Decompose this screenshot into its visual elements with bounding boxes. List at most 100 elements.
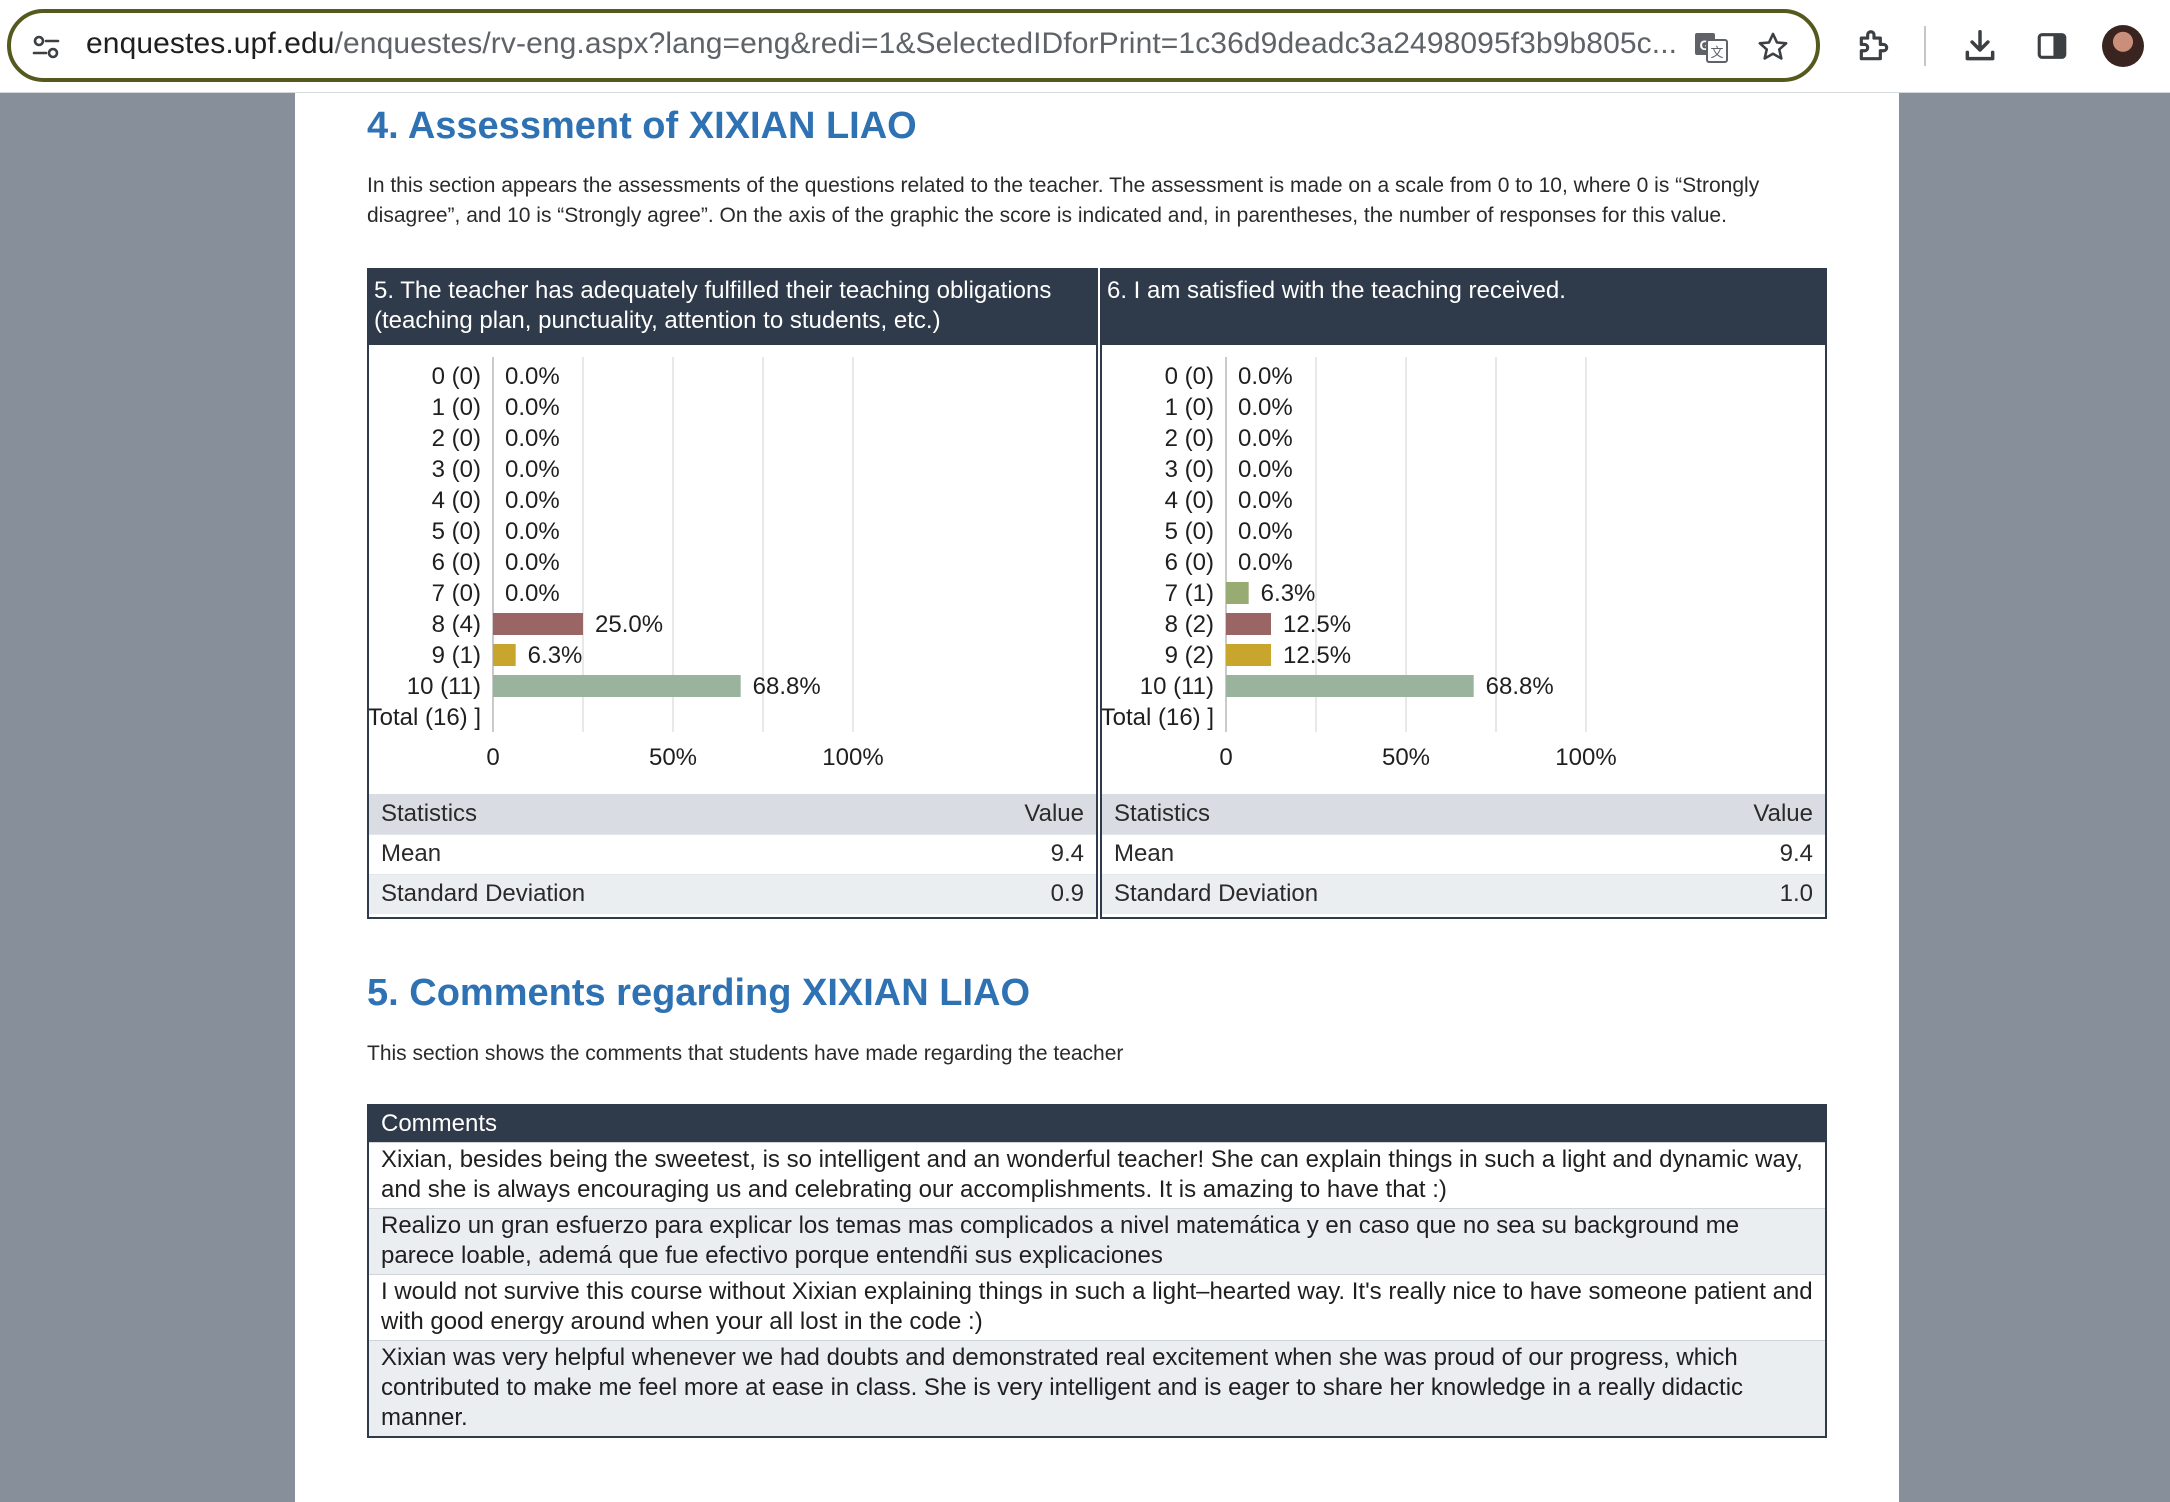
side-panel-icon[interactable] (2028, 22, 2076, 70)
stats-header-label: Statistics (369, 794, 902, 834)
question-6-title: 6. I am satisfied with the teaching rece… (1102, 270, 1825, 345)
profile-avatar[interactable] (2102, 25, 2144, 67)
category-tick-label: 6 (0) (432, 549, 481, 576)
bookmark-star-icon[interactable] (1753, 27, 1793, 67)
bar-value-label: 0.0% (505, 518, 560, 545)
url-path: /enquestes/rv-eng.aspx?lang=eng&redi=1&S… (334, 27, 1678, 60)
bar-value-label: 12.5% (1283, 642, 1351, 669)
survey-page: 4. Assessment of XIXIAN LIAO In this sec… (295, 93, 1899, 1502)
stats-row-std-dev: Standard Deviation 1.0 (1102, 873, 1825, 914)
stats-header-row: Statistics Value (369, 794, 1096, 834)
translate-icon[interactable]: G 文 (1691, 27, 1731, 67)
bar-value-label: 0.0% (1238, 363, 1293, 390)
category-tick-label: 5 (0) (432, 518, 481, 545)
bar-value-label: 0.0% (1238, 487, 1293, 514)
category-tick-label: 3 (0) (432, 456, 481, 483)
stats-header-row: Statistics Value (1102, 794, 1825, 834)
address-bar[interactable]: enquestes.upf.edu/enquestes/rv-eng.aspx?… (7, 9, 1820, 82)
question-5-panel: 5. The teacher has adequately fulfilled … (367, 268, 1098, 919)
category-tick-label: 10 (11) (407, 673, 481, 700)
comment-row: I would not survive this course without … (368, 1273, 1826, 1340)
stats-header-value: Value (901, 794, 1096, 834)
comments-header: Comments (368, 1105, 1826, 1142)
bar-value-label: 68.8% (753, 673, 821, 700)
svg-text:文: 文 (1710, 46, 1723, 61)
bar-value-label: 0.0% (1238, 456, 1293, 483)
question-5-stats-table: Statistics Value Mean 9.4 Standard Devia… (369, 794, 1096, 914)
stats-row-mean: Mean 9.4 (369, 833, 1096, 874)
category-tick-label: 9 (2) (1165, 642, 1214, 669)
category-tick-label: 4 (0) (432, 487, 481, 514)
bar-value-label: 0.0% (1238, 394, 1293, 421)
bar-value-label: 12.5% (1283, 611, 1351, 638)
url-host: enquestes.upf.edu (86, 27, 335, 60)
extensions-icon[interactable] (1850, 22, 1898, 70)
comment-text: Xixian, besides being the sweetest, is s… (368, 1141, 1826, 1208)
category-tick-label: 0 (0) (1165, 363, 1214, 390)
x-tick-label: 50% (649, 744, 697, 771)
comment-text: Xixian was very helpful whenever we had … (368, 1339, 1826, 1437)
category-tick-label: 3 (0) (1165, 456, 1214, 483)
bar-value-label: 0.0% (505, 456, 560, 483)
category-tick-label: 4 (0) (1165, 487, 1214, 514)
stats-label: Standard Deviation (1102, 873, 1632, 914)
bar-value-label: 0.0% (505, 487, 560, 514)
comments-table: Comments Xixian, besides being the sweet… (367, 1104, 1827, 1438)
comment-text: I would not survive this course without … (368, 1273, 1826, 1340)
category-tick-label: 2 (0) (1165, 425, 1214, 452)
stats-value: 0.9 (901, 873, 1096, 914)
bar (493, 644, 516, 666)
bar (1226, 675, 1474, 697)
category-tick-label: 1 (0) (432, 394, 481, 421)
bar-value-label: 0.0% (505, 425, 560, 452)
category-tick-label: 6 (0) (1165, 549, 1214, 576)
question-5-title: 5. The teacher has adequately fulfilled … (369, 270, 1096, 345)
category-tick-label: 7 (1) (1165, 580, 1214, 607)
question-6-chart: 0 (0) 0.0% 1 (0) 0.0% 2 (0) 0.0% 3 (0) 0.0% 4 (0… (1102, 357, 1617, 771)
bar-value-label: 0.0% (505, 363, 560, 390)
download-icon[interactable] (1956, 22, 2004, 70)
assessment-description: In this section appears the assessments … (367, 174, 1760, 227)
bar-value-label: 0.0% (1238, 518, 1293, 545)
bar-value-label: 0.0% (505, 580, 560, 607)
stats-label: Mean (1102, 833, 1632, 874)
category-tick-label: [ Total (16) ] (1102, 704, 1214, 731)
x-tick-label: 50% (1382, 744, 1430, 771)
comments-title: 5. Comments regarding XIXIAN LIAO (367, 972, 1030, 1014)
bar (1226, 613, 1271, 635)
question-6-stats-table: Statistics Value Mean 9.4 Standard Devia… (1102, 794, 1825, 914)
category-tick-label: 2 (0) (432, 425, 481, 452)
bar-value-label: 0.0% (505, 549, 560, 576)
bar (493, 613, 583, 635)
comment-row: Xixian was very helpful whenever we had … (368, 1339, 1826, 1437)
bar-value-label: 0.0% (1238, 425, 1293, 452)
stats-header-value: Value (1631, 794, 1825, 834)
stats-value: 1.0 (1631, 873, 1825, 914)
category-tick-label: 8 (2) (1165, 611, 1214, 638)
category-tick-label: 8 (4) (432, 611, 481, 638)
stats-value: 9.4 (901, 833, 1096, 874)
x-tick-label: 100% (1555, 744, 1616, 771)
x-tick-label: 0 (486, 744, 499, 771)
x-tick-label: 0 (1219, 744, 1232, 771)
comments-description: This section shows the comments that stu… (367, 1042, 1124, 1065)
stats-row-mean: Mean 9.4 (1102, 833, 1825, 874)
bar (1226, 644, 1271, 666)
bar-value-label: 6.3% (1261, 580, 1316, 607)
bar (493, 675, 741, 697)
bar-value-label: 0.0% (1238, 549, 1293, 576)
category-tick-label: [ Total (16) ] (369, 704, 481, 731)
bar-value-label: 6.3% (528, 642, 583, 669)
stats-label: Mean (369, 833, 902, 874)
comment-text: Realizo un gran esfuerzo para explicar l… (368, 1207, 1826, 1274)
assessment-title: 4. Assessment of XIXIAN LIAO (367, 105, 917, 147)
stats-header-label: Statistics (1102, 794, 1632, 834)
site-info-icon[interactable] (31, 32, 61, 62)
stats-label: Standard Deviation (369, 873, 902, 914)
url-text[interactable]: enquestes.upf.edu/enquestes/rv-eng.aspx?… (86, 27, 1677, 61)
category-tick-label: 1 (0) (1165, 394, 1214, 421)
question-6-panel: 6. I am satisfied with the teaching rece… (1100, 268, 1827, 919)
stats-row-std-dev: Standard Deviation 0.9 (369, 873, 1096, 914)
toolbar-separator (1924, 26, 1926, 66)
bar-value-label: 25.0% (595, 611, 663, 638)
